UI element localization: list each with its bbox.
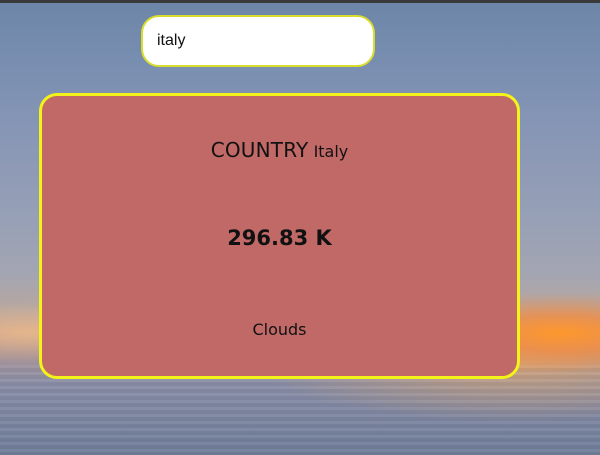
country-search-input[interactable] bbox=[141, 15, 375, 67]
country-line: COUNTRY Italy bbox=[42, 138, 517, 162]
weather-condition: Clouds bbox=[252, 320, 307, 339]
country-name: Italy bbox=[313, 142, 349, 161]
weather-card: COUNTRY Italy 296.83 K Clouds bbox=[39, 93, 520, 379]
temperature-value: 296.83 K bbox=[227, 226, 332, 250]
country-label: COUNTRY bbox=[210, 138, 309, 162]
